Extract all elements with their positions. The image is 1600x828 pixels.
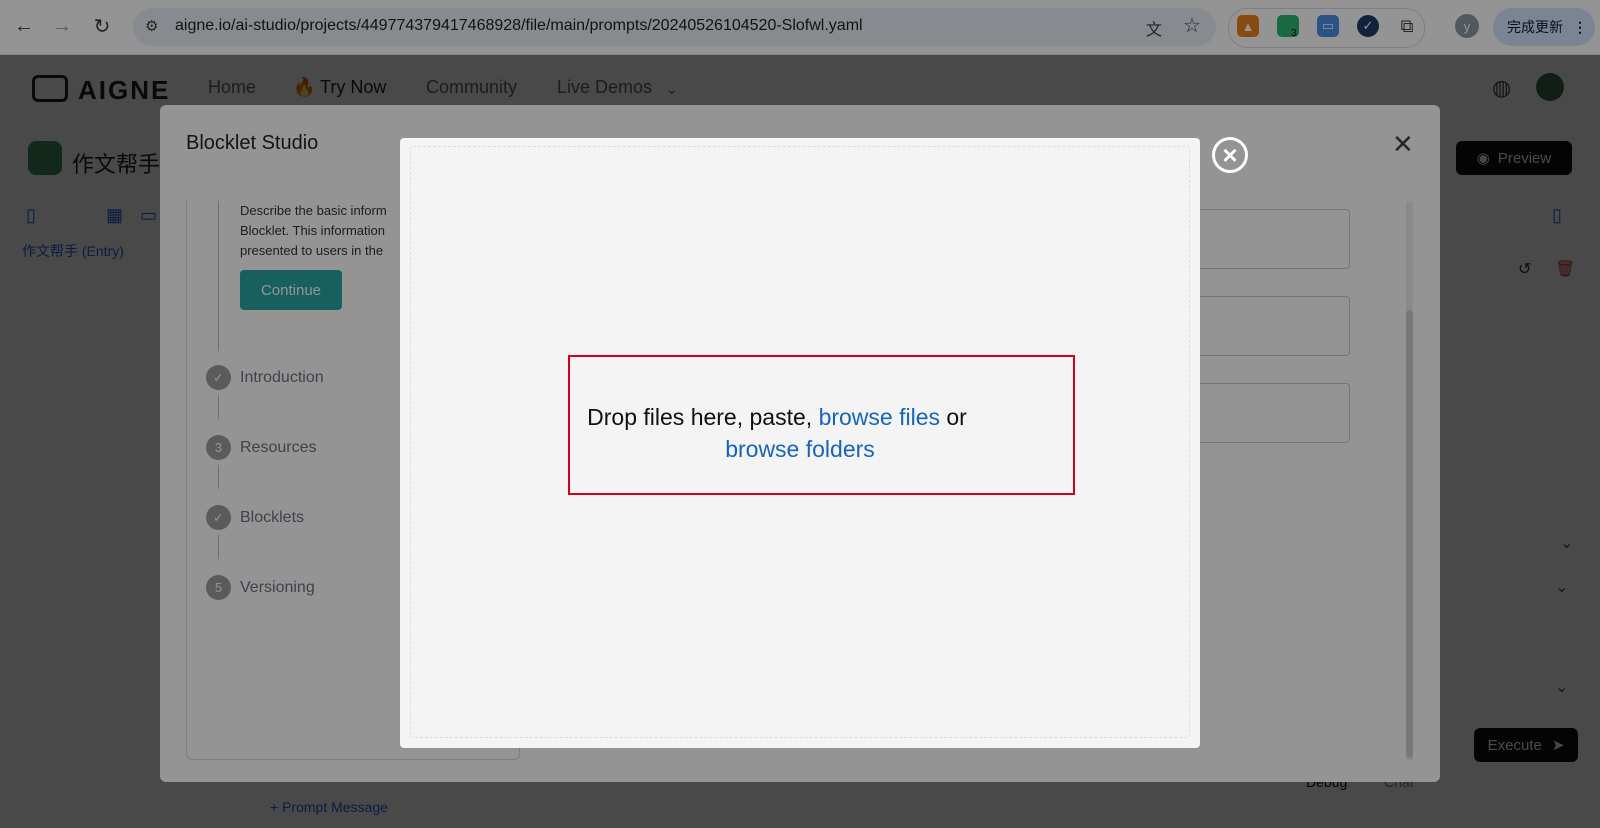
browse-files-link[interactable]: browse files: [819, 404, 940, 430]
browse-folders-link[interactable]: browse folders: [725, 436, 875, 462]
drop-instructions: Drop files here, paste, browse files or: [568, 404, 986, 431]
drop-instructions-line2: browse folders: [568, 436, 1032, 463]
drop-text: Drop files here, paste,: [587, 404, 819, 430]
close-icon[interactable]: ×: [1212, 137, 1248, 173]
or-text: or: [940, 404, 967, 430]
